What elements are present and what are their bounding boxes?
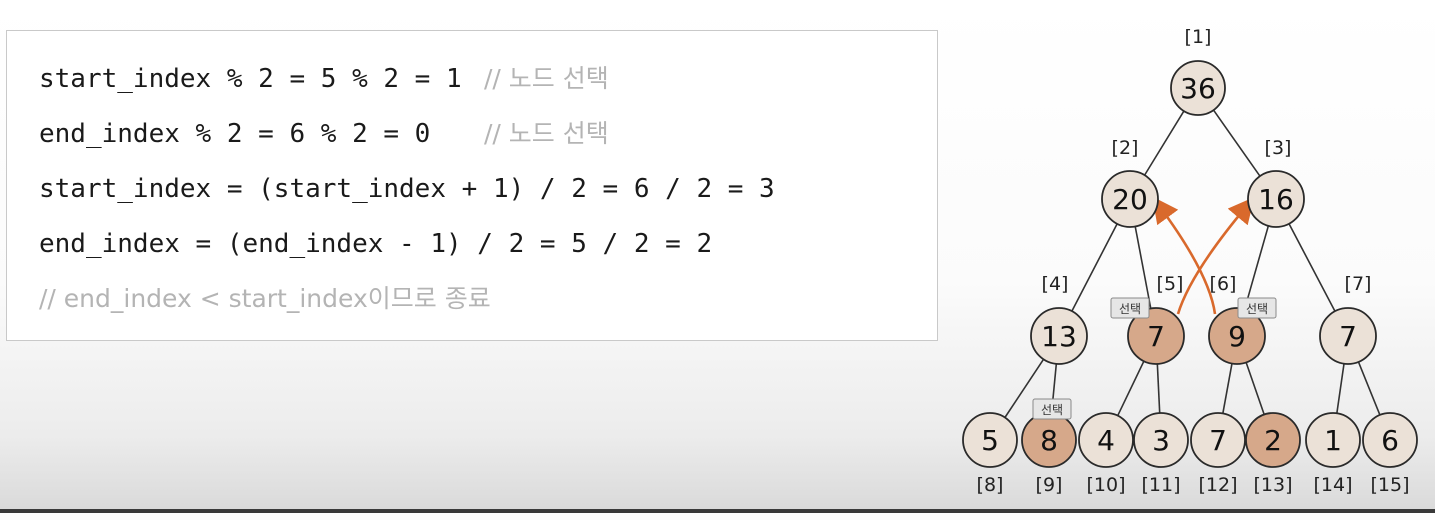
tree-node-12: 7 bbox=[1190, 412, 1246, 468]
select-badge-9: 선택 bbox=[1032, 398, 1072, 420]
tree-edge-2-4 bbox=[1071, 223, 1118, 312]
node-index-label: [14] bbox=[1313, 474, 1352, 496]
node-index-label: [2] bbox=[1112, 137, 1139, 159]
tree-arrows bbox=[1152, 196, 1255, 315]
node-value: 9 bbox=[1228, 320, 1246, 353]
tree-node-9: 8 bbox=[1021, 412, 1077, 468]
node-index-label: [12] bbox=[1198, 474, 1237, 496]
tree-node-11: 3 bbox=[1133, 412, 1189, 468]
node-index-label: [5] bbox=[1157, 273, 1184, 295]
tree-node-8: 5 bbox=[962, 412, 1018, 468]
node-index-label: [8] bbox=[977, 474, 1004, 496]
tree-edge-2-5 bbox=[1134, 226, 1152, 309]
node-value: 7 bbox=[1339, 320, 1357, 353]
node-index-label: [9] bbox=[1036, 474, 1063, 496]
tree-edges bbox=[1004, 109, 1381, 418]
node-value: 8 bbox=[1040, 424, 1058, 457]
badge-text: 선택 bbox=[1041, 403, 1063, 417]
node-value: 7 bbox=[1209, 424, 1227, 457]
tree-edge-7-15 bbox=[1357, 361, 1381, 416]
node-value: 5 bbox=[981, 424, 999, 457]
tree-edge-5-10 bbox=[1116, 360, 1145, 417]
tree-node-4: 13 bbox=[1030, 307, 1088, 365]
node-value: 6 bbox=[1381, 424, 1399, 457]
tree-edge-7-14 bbox=[1336, 363, 1345, 414]
node-index-label: [4] bbox=[1042, 273, 1069, 295]
node-value: 16 bbox=[1258, 183, 1294, 216]
node-index-label: [10] bbox=[1086, 474, 1125, 496]
tree-nodes: 3620 1613 7 9 75 8 4 3 7 2 1 6 bbox=[962, 60, 1418, 468]
select-badge-5: 선택 bbox=[1110, 297, 1150, 319]
node-value: 4 bbox=[1097, 424, 1115, 457]
tree-node-14: 1 bbox=[1305, 412, 1361, 468]
tree-node-13: 2 bbox=[1245, 412, 1301, 468]
node-value: 36 bbox=[1180, 72, 1216, 105]
node-value: 2 bbox=[1264, 424, 1282, 457]
node-index-label: [3] bbox=[1265, 137, 1292, 159]
node-value: 20 bbox=[1112, 183, 1148, 216]
tree-node-7: 7 bbox=[1319, 307, 1377, 365]
node-index-label: [11] bbox=[1141, 474, 1180, 496]
tree-node-15: 6 bbox=[1362, 412, 1418, 468]
node-value: 3 bbox=[1152, 424, 1170, 457]
tree-edge-1-2 bbox=[1143, 110, 1185, 176]
badge-text: 선택 bbox=[1119, 302, 1141, 316]
select-badge-6: 선택 bbox=[1237, 297, 1277, 319]
tree-edge-1-3 bbox=[1212, 109, 1261, 177]
tree-node-10: 4 bbox=[1078, 412, 1134, 468]
node-index-label: [6] bbox=[1210, 273, 1237, 295]
node-index-label: [7] bbox=[1345, 273, 1372, 295]
tree-edge-5-11 bbox=[1156, 363, 1161, 414]
bottom-edge bbox=[0, 509, 1435, 513]
node-value: 7 bbox=[1147, 320, 1165, 353]
tree-node-2: 20 bbox=[1101, 170, 1159, 228]
tree-node-1: 36 bbox=[1170, 60, 1226, 116]
segment-tree-diagram: 3620 1613 7 9 75 8 4 3 7 2 1 6 [1][2] [3][4] [5] [6] [7… bbox=[962, 26, 1418, 496]
node-value: 13 bbox=[1041, 320, 1077, 353]
tree-edge-3-7 bbox=[1288, 223, 1336, 312]
node-index-label: [1] bbox=[1185, 26, 1212, 48]
node-index-label: [13] bbox=[1253, 474, 1292, 496]
node-index-label: [15] bbox=[1370, 474, 1409, 496]
tree-edge-6-12 bbox=[1222, 363, 1233, 414]
tree-edge-3-6 bbox=[1243, 225, 1270, 310]
tree-node-3: 16 bbox=[1247, 170, 1305, 228]
node-value: 1 bbox=[1324, 424, 1342, 457]
tree-edge-6-13 bbox=[1245, 362, 1265, 415]
badge-text: 선택 bbox=[1246, 302, 1268, 316]
